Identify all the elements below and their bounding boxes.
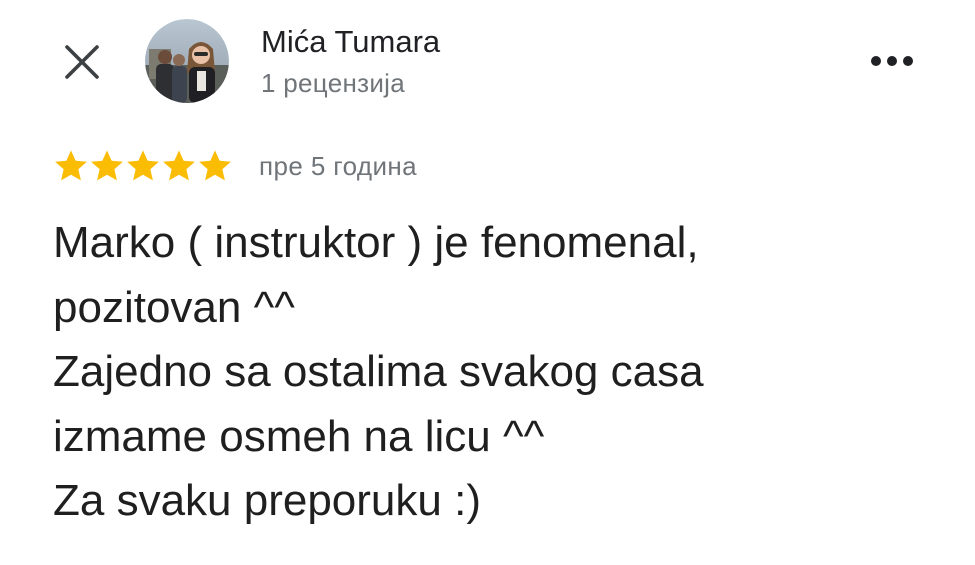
star-icon [55, 150, 87, 181]
star-icon [127, 150, 159, 181]
review-text-line: Marko ( instruktor ) je fenomenal, [53, 218, 699, 267]
more-horizontal-icon [871, 56, 913, 66]
review-time: пре 5 година [259, 151, 418, 181]
more-options-button[interactable] [866, 45, 918, 77]
star-rating [53, 148, 233, 184]
reviewer-name[interactable]: Mića Tumara [261, 24, 440, 60]
star-icon [163, 150, 195, 181]
avatar[interactable] [145, 19, 229, 103]
review-count: 1 рецензија [261, 68, 406, 98]
review-text-line: izmame osmeh na licu ^^ [53, 411, 545, 461]
review-text: Marko ( instruktor ) je fenomenal, pozito… [53, 211, 953, 534]
star-icon [91, 150, 123, 181]
avatar-photo [145, 19, 229, 103]
close-icon [65, 45, 99, 79]
review-text-line: pozitovan ^^ [53, 282, 295, 332]
review-text-line: Zajedno sa ostalima svakog casa [53, 347, 704, 396]
review-text-line: Za svaku preporuku :) [53, 476, 481, 525]
rating-row: пре 5 година [53, 146, 417, 186]
close-button[interactable] [60, 40, 104, 84]
star-icon [199, 150, 231, 181]
